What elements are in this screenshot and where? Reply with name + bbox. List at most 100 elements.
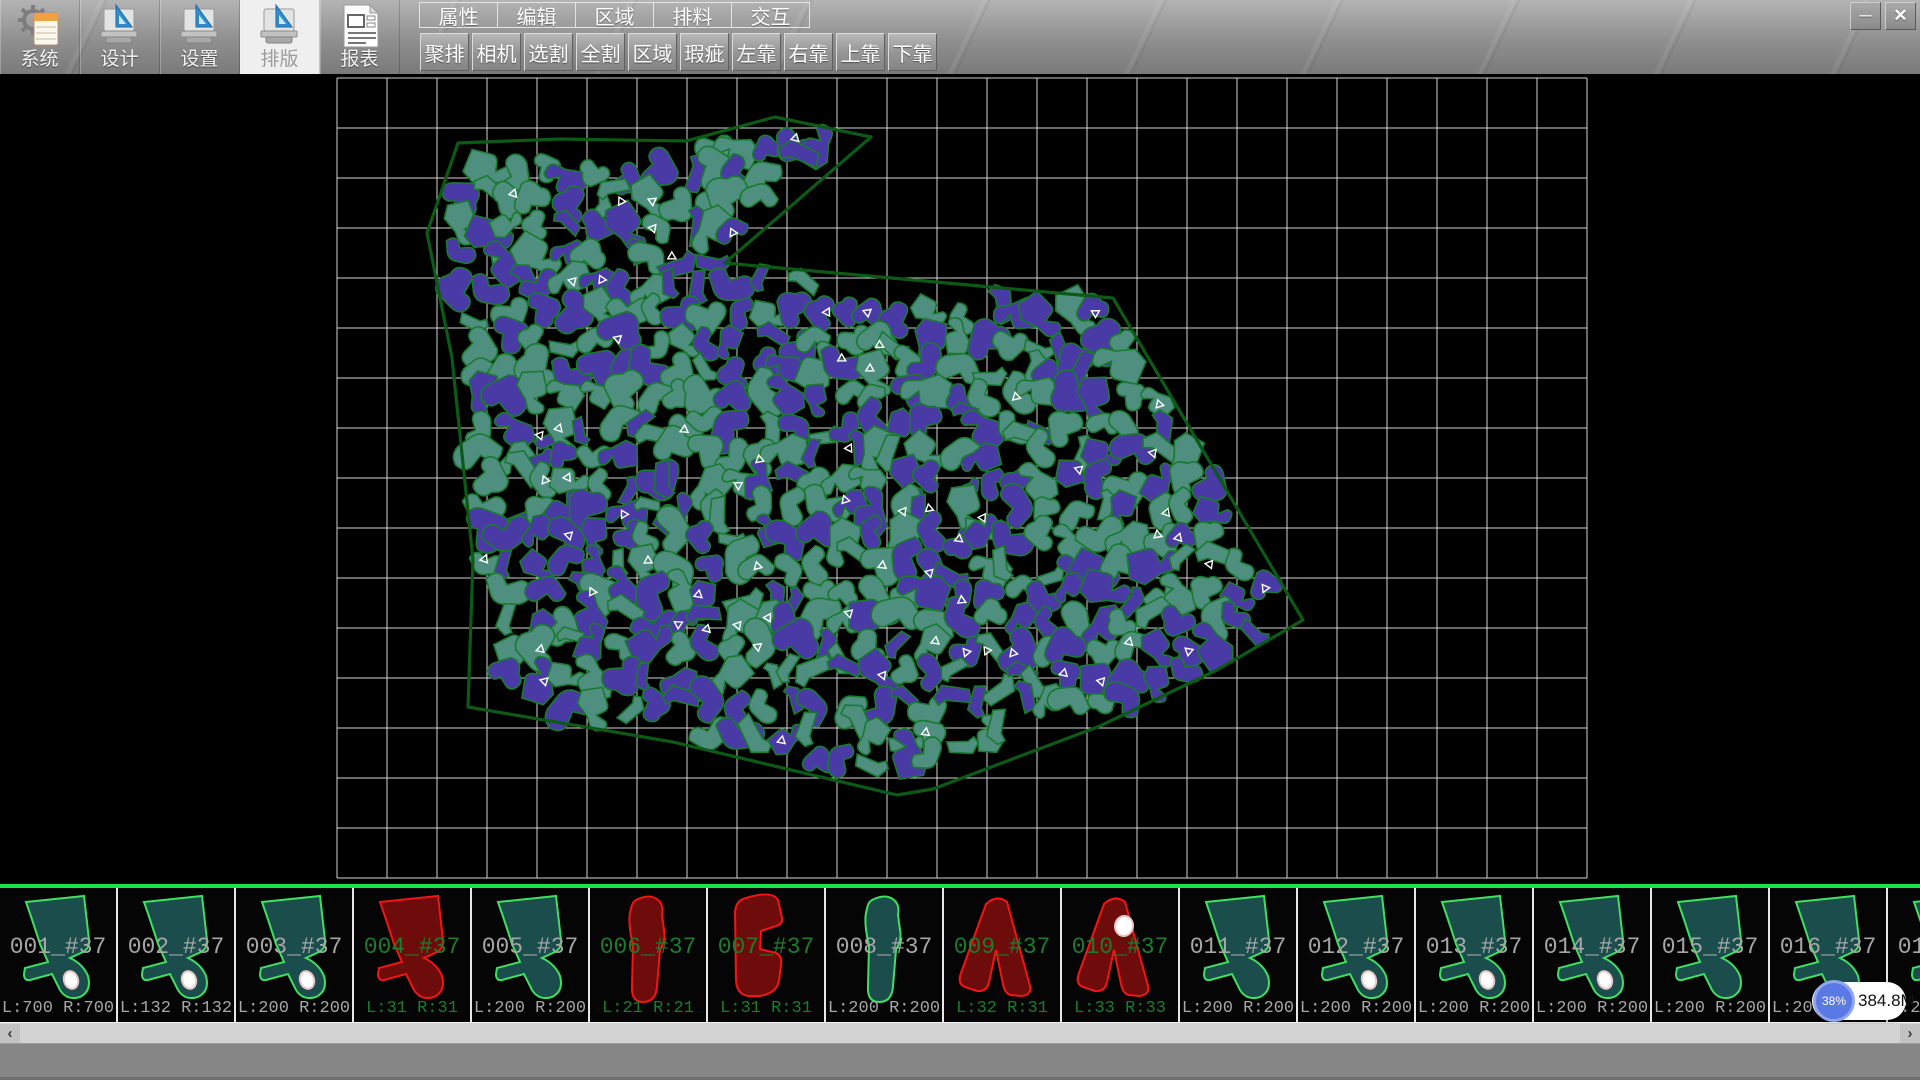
nesting-canvas-svg [0, 74, 1920, 884]
piece-thumbnail-003_#37[interactable]: 003_#37 L:200 R:200 [236, 888, 354, 1022]
menu-tabs: 属性编辑区域排料交互 [420, 2, 940, 30]
piece-lr-count-label: L:200 R:200 [1416, 999, 1532, 1018]
app-button-label: 系统 [20, 49, 58, 71]
tool-button-1[interactable]: 聚排 [420, 33, 469, 71]
memory-usage-label: 384.8M [1858, 982, 1915, 1020]
piece-lr-count-label: L:200 R:200 [236, 999, 352, 1018]
piece-lr-count-label: L:21 R:21 [590, 999, 706, 1018]
minimize-button[interactable]: ─ [1850, 2, 1881, 30]
piece-thumbnail-strip: 001_#37L:700 R:700002_#37L:132 R:132003_… [0, 884, 1920, 1022]
design-ruler-laptop-icon [96, 3, 144, 49]
nested-piece[interactable] [851, 744, 891, 784]
piece-thumbnail-002_#37[interactable]: 002_#37 L:132 R:132 [118, 888, 236, 1022]
piece-id-label: 006_#37 [590, 934, 706, 960]
piece-lr-count-label: L:31 R:31 [354, 999, 470, 1018]
tool-button-3[interactable]: 选割 [524, 33, 573, 71]
piece-id-label: 011_#37 [1180, 934, 1296, 960]
tool-button-6[interactable]: 瑕疵 [680, 33, 729, 71]
piece-id-label: 012_#37 [1298, 934, 1414, 960]
app-button-3[interactable]: 设置 [160, 0, 240, 74]
ribbon-main: 属性编辑区域排料交互 聚排相机选割全割区域瑕疵左靠右靠上靠下靠 [404, 0, 940, 74]
tool-button-7[interactable]: 左靠 [732, 33, 781, 71]
piece-id-label: 009_#37 [944, 934, 1060, 960]
piece-thumbnail-010_#37[interactable]: 010_#37 L:33 R:33 [1062, 888, 1180, 1022]
piece-thumbnail-004_#37[interactable]: 004_#37 L:31 R:31 [354, 888, 472, 1022]
piece-lr-count-label: L:200 R:200 [826, 999, 942, 1018]
piece-lr-count-label: L:200 R:200 [472, 999, 588, 1018]
nested-piece[interactable] [1225, 548, 1254, 582]
horizontal-scrollbar[interactable]: ‹ › [0, 1022, 1920, 1043]
app-button-label: 排版 [260, 49, 298, 71]
nested-piece[interactable] [909, 403, 943, 438]
piece-id-label: 007_#37 [708, 934, 824, 960]
app-button-1[interactable]: 系统 [0, 0, 80, 74]
piece-thumbnail-008_#37[interactable]: 008_#37 L:200 R:200 [826, 888, 944, 1022]
piece-id-label: 002_#37 [118, 934, 234, 960]
report-document-icon [336, 3, 384, 49]
nested-piece[interactable] [803, 384, 827, 417]
piece-id-marker-icon [844, 444, 851, 452]
piece-thumbnail-001_#37[interactable]: 001_#37L:700 R:700 [0, 888, 118, 1022]
piece-thumbnail-011_#37[interactable]: 011_#37 L:200 R:200 [1180, 888, 1298, 1022]
piece-id-label: 010_#37 [1062, 934, 1178, 960]
progress-percent-badge: 38% [1813, 980, 1855, 1022]
piece-lr-count-label: L:33 R:33 [1062, 999, 1178, 1018]
system-gear-notebook-icon [16, 3, 64, 49]
piece-id-label: 014_#37 [1534, 934, 1650, 960]
piece-thumbnail-006_#37[interactable]: 006_#37 L:21 R:21 [590, 888, 708, 1022]
piece-id-label: 017_#37 [1888, 934, 1920, 960]
window-controls: ─ ✕ [1850, 2, 1916, 30]
settings-ruler-laptop-icon [176, 3, 224, 49]
ribbon-toolbar: 系统设计设置排版报表 属性编辑区域排料交互 聚排相机选割全割区域瑕疵左靠右靠上靠… [0, 0, 1920, 74]
tool-button-8[interactable]: 右靠 [784, 33, 833, 71]
piece-thumbnail-009_#37[interactable]: 009_#37L:32 R:31 [944, 888, 1062, 1022]
memory-status-pill: 38% 384.8M [1812, 982, 1906, 1020]
piece-lr-count-label: L:132 R:132 [118, 999, 234, 1018]
piece-thumbnail-007_#37[interactable]: 007_#37 L:31 R:31 [708, 888, 826, 1022]
menu-tab-1[interactable]: 属性 [419, 2, 498, 28]
piece-thumbnail-list: 001_#37L:700 R:700002_#37L:132 R:132003_… [0, 888, 1920, 1022]
piece-thumbnail-015_#37[interactable]: 015_#37L:200 R:200 [1652, 888, 1770, 1022]
status-bar [0, 1043, 1920, 1080]
scroll-right-arrow-icon[interactable]: › [1900, 1024, 1920, 1043]
piece-thumbnail-012_#37[interactable]: 012_#37 L:200 R:200 [1298, 888, 1416, 1022]
tool-button-9[interactable]: 上靠 [836, 33, 885, 71]
piece-id-label: 015_#37 [1652, 934, 1768, 960]
piece-thumbnail-013_#37[interactable]: 013_#37L:200 R:200 [1416, 888, 1534, 1022]
app-button-5[interactable]: 报表 [320, 0, 400, 74]
piece-id-label: 016_#37 [1770, 934, 1886, 960]
nested-piece[interactable] [490, 599, 527, 638]
menu-tab-4[interactable]: 排料 [653, 2, 732, 28]
app-button-label: 报表 [340, 49, 378, 71]
piece-thumbnail-014_#37[interactable]: 014_#37L:200 R:200 [1534, 888, 1652, 1022]
nested-piece[interactable] [569, 416, 592, 445]
piece-id-label: 001_#37 [0, 934, 116, 960]
tool-button-5[interactable]: 区域 [628, 33, 677, 71]
piece-lr-count-label: L:200 R:200 [1180, 999, 1296, 1018]
piece-id-label: 005_#37 [472, 934, 588, 960]
piece-id-label: 003_#37 [236, 934, 352, 960]
app-nav: 系统设计设置排版 报表 [0, 0, 404, 74]
tool-buttons: 聚排相机选割全割区域瑕疵左靠右靠上靠下靠 [420, 33, 940, 73]
close-button[interactable]: ✕ [1885, 2, 1916, 30]
tool-button-10[interactable]: 下靠 [888, 33, 937, 71]
nesting-canvas[interactable] [0, 74, 1920, 884]
menu-tab-5[interactable]: 交互 [731, 2, 810, 28]
layout-ruler-laptop-icon [256, 3, 304, 49]
piece-lr-count-label: L:31 R:31 [708, 999, 824, 1018]
piece-id-marker-icon [1204, 560, 1212, 569]
nested-piece[interactable] [597, 438, 639, 469]
menu-tab-2[interactable]: 编辑 [497, 2, 576, 28]
piece-thumbnail-005_#37[interactable]: 005_#37 L:200 R:200 [472, 888, 590, 1022]
app-button-4[interactable]: 排版 [240, 0, 320, 74]
nested-piece[interactable] [944, 729, 980, 759]
piece-lr-count-label: L:200 R:200 [1298, 999, 1414, 1018]
piece-id-label: 004_#37 [354, 934, 470, 960]
tool-button-4[interactable]: 全割 [576, 33, 625, 71]
menu-tab-3[interactable]: 区域 [575, 2, 654, 28]
app-button-2[interactable]: 设计 [80, 0, 160, 74]
scroll-left-arrow-icon[interactable]: ‹ [0, 1024, 20, 1043]
nested-piece[interactable] [577, 687, 609, 731]
tool-button-2[interactable]: 相机 [472, 33, 521, 71]
piece-id-label: 008_#37 [826, 934, 942, 960]
